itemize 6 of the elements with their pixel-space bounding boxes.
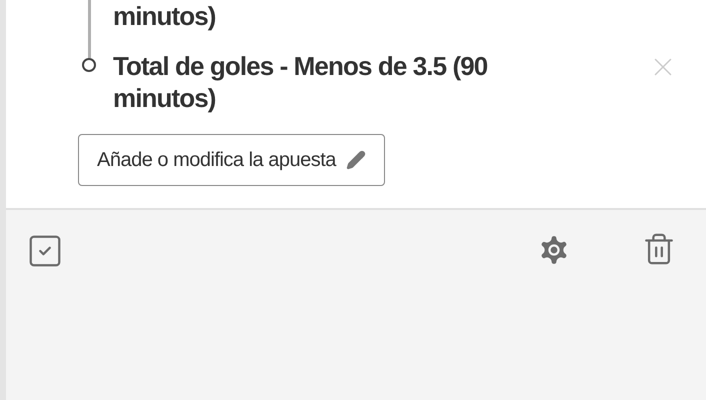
pencil-icon: [346, 150, 366, 170]
edit-bet-button[interactable]: Añade o modifica la apuesta: [78, 134, 385, 186]
timeline-dot: [82, 58, 96, 72]
trash-icon[interactable]: [642, 232, 676, 266]
selection-title: minutos): [113, 0, 217, 32]
selection-title: Total de goles - Menos de 3.5 (90 minutos): [113, 50, 488, 114]
